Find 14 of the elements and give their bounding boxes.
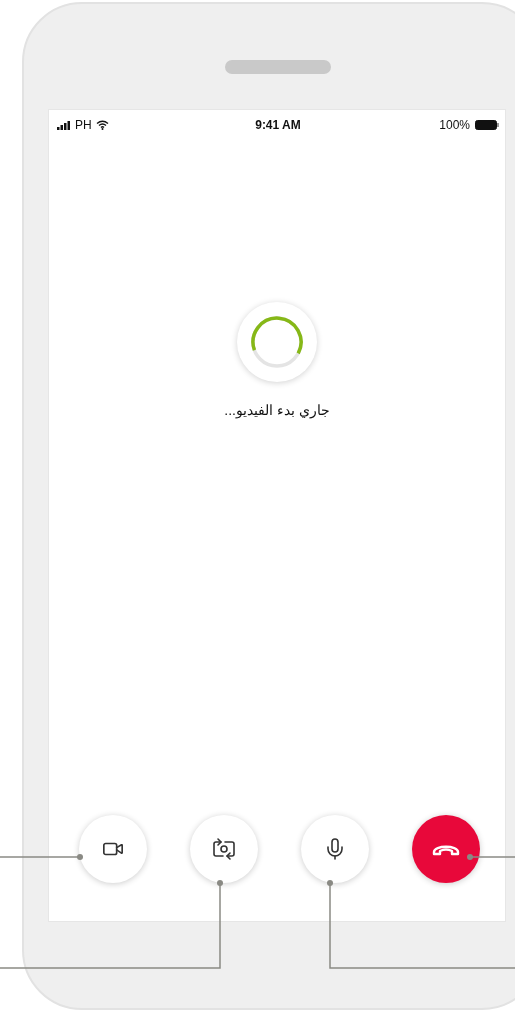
clock-time: 9:41 AM	[255, 118, 301, 132]
loading-message: جاري بدء الفيديو...	[224, 402, 330, 418]
microphone-button[interactable]	[301, 815, 369, 883]
carrier-name: PH	[75, 118, 92, 132]
video-button[interactable]	[79, 815, 147, 883]
wifi-icon	[95, 120, 109, 130]
battery-percentage: 100%	[439, 118, 470, 132]
end-call-button[interactable]	[412, 815, 480, 883]
signal-icon	[57, 120, 71, 130]
flip-camera-button[interactable]	[190, 815, 258, 883]
battery-icon	[475, 120, 499, 130]
camera-flip-icon	[212, 837, 236, 861]
loading-spinner-icon	[249, 314, 305, 370]
leader-line	[467, 854, 515, 860]
